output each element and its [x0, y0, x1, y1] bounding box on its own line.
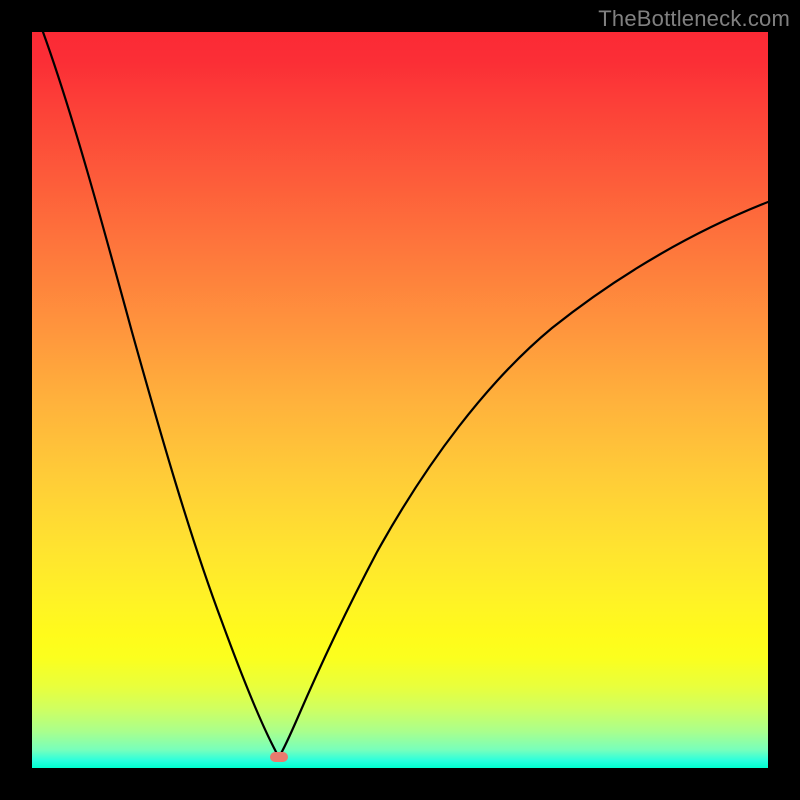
bottleneck-curve — [32, 32, 768, 768]
plot-area — [32, 32, 768, 768]
curve-left-branch — [43, 32, 279, 757]
curve-right-branch — [279, 202, 768, 757]
chart-frame: TheBottleneck.com — [0, 0, 800, 800]
minimum-marker — [270, 752, 288, 762]
watermark-text: TheBottleneck.com — [598, 6, 790, 32]
